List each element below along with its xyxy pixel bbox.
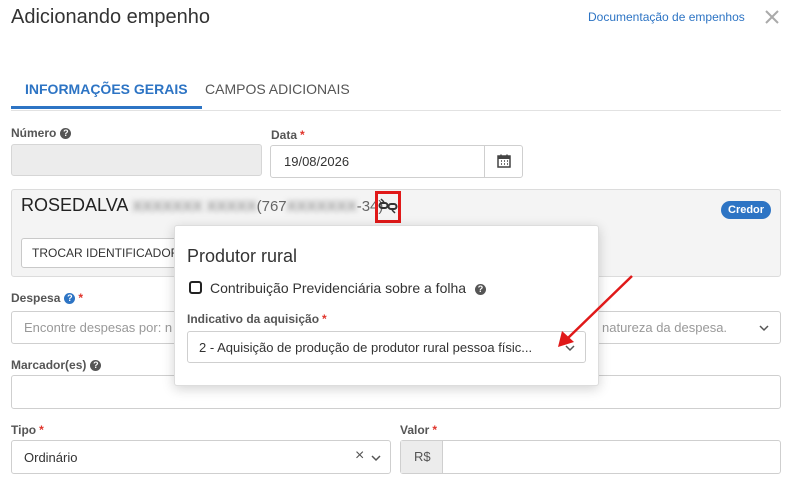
modal-title: Adicionando empenho	[11, 6, 211, 28]
tipo-label: Tipo *	[11, 423, 44, 437]
valor-label: Valor *	[400, 423, 438, 437]
despesa-placeholder: Encontre despesas por: n	[24, 320, 173, 335]
contribuicao-label[interactable]: Contribuição Previdenciária sobre a folh…	[210, 280, 487, 296]
chevron-down-icon[interactable]	[759, 323, 769, 333]
popover-title: Produtor rural	[187, 246, 298, 266]
valor-input[interactable]: R$	[400, 440, 781, 474]
credor-badge: Credor	[721, 201, 772, 219]
marcadores-label: Marcador(es)?	[11, 358, 102, 372]
trocar-identificador-button[interactable]: TROCAR IDENTIFICADOR	[21, 238, 191, 268]
data-field[interactable]: 19/08/2026	[270, 145, 523, 178]
indicativo-value: 2 - Aquisição de produção de produtor ru…	[199, 340, 533, 355]
help-icon[interactable]: ?	[90, 360, 102, 371]
indicativo-label: Indicativo da aquisição *	[187, 312, 327, 326]
tab-informacoes-gerais[interactable]: INFORMAÇÕES GERAIS	[11, 81, 202, 109]
credor-name: ROSEDALVA XXXXXXX XXXXX(767XXXXXXX-34)	[21, 195, 384, 215]
documentation-link[interactable]: Documentação de empenhos	[588, 10, 745, 24]
tab-campos-adicionais[interactable]: CAMPOS ADICIONAIS	[205, 81, 350, 105]
despesa-label: Despesa? *	[11, 291, 84, 305]
annotation-highlight-box	[375, 191, 401, 223]
indicativo-select[interactable]: 2 - Aquisição de produção de produtor ru…	[187, 331, 586, 363]
data-value: 19/08/2026	[284, 154, 350, 169]
clear-icon[interactable]: ×	[355, 447, 364, 465]
annotation-arrow	[558, 275, 633, 347]
tipo-select[interactable]: Ordinário ×	[11, 440, 391, 474]
help-icon[interactable]: ?	[64, 293, 76, 304]
contribuicao-checkbox[interactable]	[189, 281, 202, 294]
tipo-value: Ordinário	[24, 450, 78, 465]
numero-label: Número?	[11, 126, 72, 140]
currency-addon: R$	[401, 441, 443, 473]
help-icon[interactable]: ?	[475, 284, 487, 295]
numero-field	[11, 144, 262, 176]
currency-prefix: R$	[414, 449, 431, 464]
data-label: Data *	[271, 128, 305, 142]
help-icon[interactable]: ?	[60, 128, 72, 139]
tab-divider	[11, 110, 781, 111]
calendar-icon[interactable]	[497, 154, 511, 168]
close-icon[interactable]	[763, 8, 781, 26]
chevron-down-icon[interactable]	[371, 453, 381, 463]
